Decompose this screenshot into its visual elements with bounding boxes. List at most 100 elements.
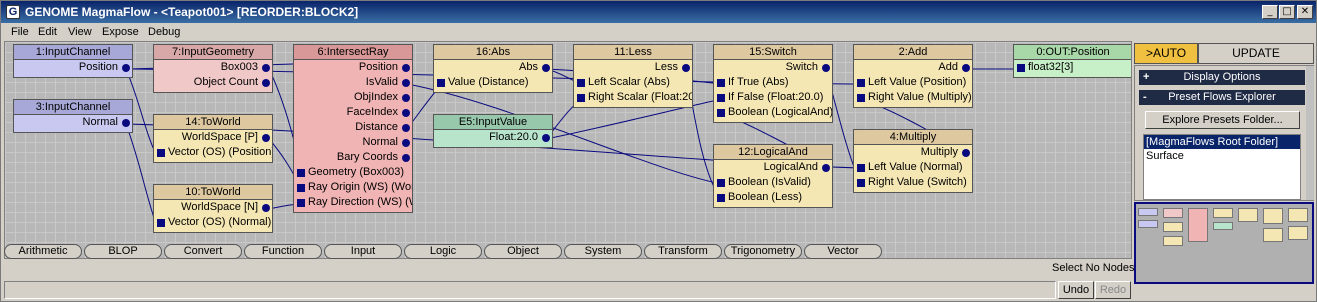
input-dot-icon[interactable] [857, 79, 865, 87]
node-output-position[interactable]: 0:OUT:Position float32[3] [1013, 44, 1131, 78]
port-out-faceindex[interactable]: FaceIndex [294, 105, 412, 120]
port-out-add[interactable]: Add [854, 60, 972, 75]
input-dot-icon[interactable] [857, 164, 865, 172]
port-out-object-count[interactable]: Object Count [154, 75, 272, 90]
port-in-float32[interactable]: float32[3] [1014, 60, 1131, 75]
port-in-geometry[interactable]: Geometry (Box003) [294, 165, 412, 180]
output-dot-icon[interactable] [682, 64, 690, 72]
port-in-right-value-switch[interactable]: Right Value (Switch) [854, 175, 972, 190]
input-dot-icon[interactable] [717, 179, 725, 187]
port-out-distance[interactable]: Distance [294, 120, 412, 135]
node-less[interactable]: 11:Less Less Left Scalar (Abs) Right Sca… [573, 44, 693, 108]
output-dot-icon[interactable] [122, 64, 130, 72]
input-dot-icon[interactable] [437, 79, 445, 87]
node-toworld-normal[interactable]: 10:ToWorld WorldSpace [N] Vector (OS) (N… [153, 184, 273, 233]
port-out-multiply[interactable]: Multiply [854, 145, 972, 160]
node-abs[interactable]: 16:Abs Abs Value (Distance) [433, 44, 553, 93]
redo-button[interactable]: Redo [1095, 281, 1131, 299]
port-in-value-distance[interactable]: Value (Distance) [434, 75, 552, 90]
port-out-normal[interactable]: Normal [294, 135, 412, 150]
port-in-if-false[interactable]: If False (Float:20.0) [714, 90, 832, 105]
port-out-position[interactable]: Position [14, 60, 132, 75]
port-out-position[interactable]: Position [294, 60, 412, 75]
output-dot-icon[interactable] [122, 119, 130, 127]
output-dot-icon[interactable] [402, 139, 410, 147]
port-out-normal[interactable]: Normal [14, 115, 132, 130]
port-out-objindex[interactable]: ObjIndex [294, 90, 412, 105]
input-dot-icon[interactable] [577, 94, 585, 102]
port-out-worldspace-p[interactable]: WorldSpace [P] [154, 130, 272, 145]
output-dot-icon[interactable] [402, 64, 410, 72]
input-dot-icon[interactable] [157, 219, 165, 227]
port-out-logicaland[interactable]: LogicalAnd [714, 160, 832, 175]
explore-presets-folder-button[interactable]: Explore Presets Folder... [1145, 111, 1300, 129]
category-blop[interactable]: BLOP [84, 244, 162, 259]
port-out-switch[interactable]: Switch [714, 60, 832, 75]
side-panel-scrollbar[interactable] [1306, 66, 1314, 200]
menu-debug[interactable]: Debug [148, 26, 180, 38]
node-input-channel-position[interactable]: 1:InputChannel Position [13, 44, 133, 78]
output-dot-icon[interactable] [542, 64, 550, 72]
menu-view[interactable]: View [68, 26, 92, 38]
port-in-ray-origin[interactable]: Ray Origin (WS) (World) [294, 180, 412, 195]
undo-button[interactable]: Undo [1058, 281, 1094, 299]
output-dot-icon[interactable] [402, 154, 410, 162]
menu-edit[interactable]: Edit [38, 26, 57, 38]
input-dot-icon[interactable] [1017, 64, 1025, 72]
node-input-value[interactable]: E5:InputValue Float:20.0 [433, 114, 553, 148]
port-out-bary-coords[interactable]: Bary Coords [294, 150, 412, 165]
category-object[interactable]: Object [484, 244, 562, 259]
input-dot-icon[interactable] [857, 179, 865, 187]
input-dot-icon[interactable] [297, 199, 305, 207]
rollout-preset-flows-explorer[interactable]: - Preset Flows Explorer [1139, 90, 1305, 105]
update-button[interactable]: UPDATE [1198, 43, 1314, 64]
node-toworld-position[interactable]: 14:ToWorld WorldSpace [P] Vector (OS) (P… [153, 114, 273, 163]
port-in-left-scalar[interactable]: Left Scalar (Abs) [574, 75, 692, 90]
minimize-button[interactable]: _ [1262, 5, 1278, 19]
auto-button[interactable]: >AUTO [1134, 43, 1198, 64]
maximize-button[interactable]: □ [1279, 5, 1295, 19]
input-dot-icon[interactable] [717, 79, 725, 87]
output-dot-icon[interactable] [262, 134, 270, 142]
input-dot-icon[interactable] [157, 149, 165, 157]
input-dot-icon[interactable] [297, 184, 305, 192]
port-out-abs[interactable]: Abs [434, 60, 552, 75]
category-system[interactable]: System [564, 244, 642, 259]
node-add[interactable]: 2:Add Add Left Value (Position) Right Va… [853, 44, 973, 108]
category-logic[interactable]: Logic [404, 244, 482, 259]
input-dot-icon[interactable] [717, 194, 725, 202]
graph-minimap[interactable] [1134, 202, 1314, 284]
output-dot-icon[interactable] [822, 164, 830, 172]
port-out-float[interactable]: Float:20.0 [434, 130, 552, 145]
port-out-worldspace-n[interactable]: WorldSpace [N] [154, 200, 272, 215]
preset-item-root[interactable]: [MagmaFlows Root Folder] [1144, 135, 1300, 149]
output-dot-icon[interactable] [262, 79, 270, 87]
input-dot-icon[interactable] [717, 94, 725, 102]
port-in-right-scalar[interactable]: Right Scalar (Float:20.0) [574, 90, 692, 105]
category-trigonometry[interactable]: Trigonometry [724, 244, 802, 259]
input-dot-icon[interactable] [857, 94, 865, 102]
port-in-boolean-isvalid[interactable]: Boolean (IsValid) [714, 175, 832, 190]
category-vector[interactable]: Vector [804, 244, 882, 259]
port-in-vector-position[interactable]: Vector (OS) (Position) [154, 145, 272, 160]
preset-item-surface[interactable]: Surface [1144, 149, 1300, 163]
port-in-right-value-multiply[interactable]: Right Value (Multiply) [854, 90, 972, 105]
preset-list[interactable]: [MagmaFlows Root Folder] Surface [1143, 134, 1301, 200]
port-out-isvalid[interactable]: IsValid [294, 75, 412, 90]
output-dot-icon[interactable] [262, 64, 270, 72]
output-dot-icon[interactable] [402, 109, 410, 117]
port-in-vector-normal[interactable]: Vector (OS) (Normal) [154, 215, 272, 230]
rollout-display-options[interactable]: + Display Options [1139, 70, 1305, 85]
port-in-ray-direction[interactable]: Ray Direction (WS) (World) [294, 195, 412, 210]
port-out-less[interactable]: Less [574, 60, 692, 75]
input-dot-icon[interactable] [297, 169, 305, 177]
output-dot-icon[interactable] [962, 64, 970, 72]
node-graph-canvas[interactable]: 1:InputChannel Position 3:InputChannel N… [4, 41, 1132, 259]
port-in-left-value-position[interactable]: Left Value (Position) [854, 75, 972, 90]
port-in-boolean[interactable]: Boolean (LogicalAnd) [714, 105, 832, 120]
output-dot-icon[interactable] [542, 134, 550, 142]
output-dot-icon[interactable] [402, 94, 410, 102]
output-dot-icon[interactable] [962, 149, 970, 157]
input-dot-icon[interactable] [577, 79, 585, 87]
category-convert[interactable]: Convert [164, 244, 242, 259]
